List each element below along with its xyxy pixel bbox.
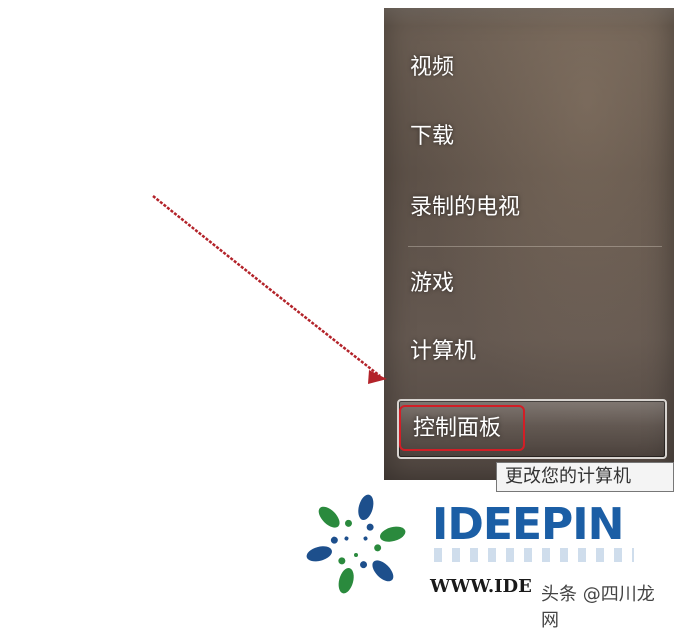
menu-separator: [408, 246, 662, 247]
menu-top-strip: [384, 8, 674, 26]
ideepin-logo-swirl-icon: [306, 494, 406, 594]
menu-item-computer[interactable]: 计算机: [396, 328, 662, 376]
logo-reflection: [434, 548, 634, 562]
annotation-highlight-box: [399, 405, 525, 451]
logo-url: WWW.IDE: [430, 576, 532, 597]
control-panel-tooltip: 更改您的计算机: [496, 462, 674, 492]
watermark-overlay-text: 头条 @四川龙网: [538, 580, 674, 632]
menu-item-videos[interactable]: 视频: [396, 44, 662, 92]
menu-item-recorded-tv[interactable]: 录制的电视: [396, 184, 662, 232]
ideepin-logo-wordmark: IDEEPIN: [432, 499, 624, 550]
menu-item-games[interactable]: 游戏: [396, 260, 662, 308]
menu-item-downloads[interactable]: 下载: [396, 113, 662, 161]
